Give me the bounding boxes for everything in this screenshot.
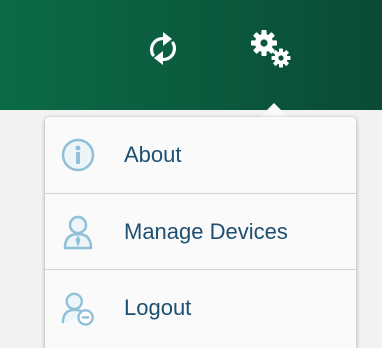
menu-item-manage-devices-label: Manage Devices — [124, 218, 288, 244]
user-icon — [61, 213, 95, 251]
app-header — [0, 0, 382, 110]
settings-button[interactable] — [245, 26, 297, 72]
dropdown-pointer — [259, 103, 289, 118]
settings-gear-icon — [251, 30, 291, 68]
info-icon — [61, 136, 95, 174]
user-logout-icon — [61, 289, 95, 327]
menu-item-manage-devices[interactable]: Manage Devices — [45, 193, 356, 269]
menu-item-logout[interactable]: Logout — [45, 269, 356, 345]
menu-item-about[interactable]: About — [45, 117, 356, 193]
sync-button[interactable] — [137, 26, 189, 72]
settings-dropdown-menu: About Manage Devices Logout — [45, 117, 356, 348]
menu-item-logout-label: Logout — [124, 294, 192, 320]
sync-icon — [149, 32, 177, 65]
menu-item-about-label: About — [124, 142, 182, 167]
